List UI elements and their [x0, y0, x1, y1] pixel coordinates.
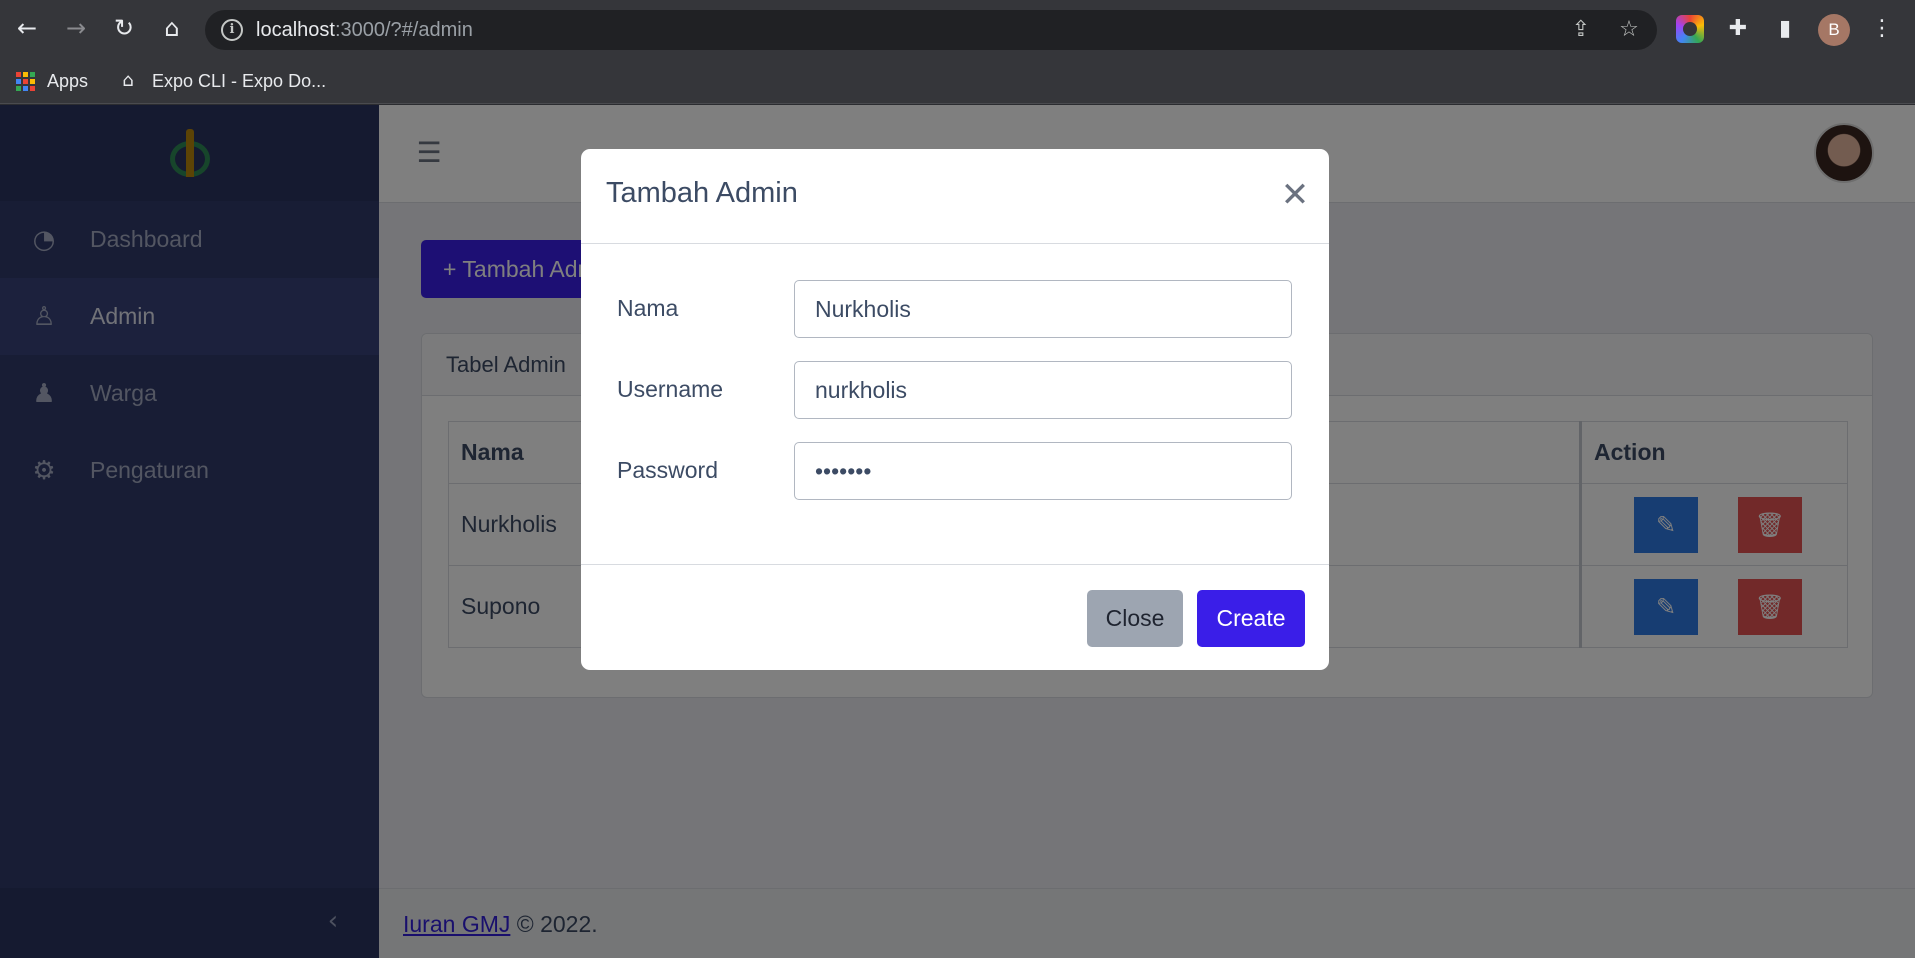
form-row-username: Username nurkholis [617, 361, 1297, 419]
menu-dots-icon[interactable]: ⋮ [1868, 15, 1896, 43]
share-icon[interactable]: ⇪ [1567, 16, 1595, 44]
back-icon[interactable]: ← [12, 13, 42, 43]
extensions-puzzle-icon[interactable]: ✚ [1724, 15, 1752, 43]
reload-icon[interactable]: ↻ [109, 13, 139, 43]
browser-toolbar: ← → ↻ ⌂ i localhost:3000/?#/admin ⇪ ☆ ✚ … [0, 0, 1915, 58]
profile-avatar[interactable]: B [1818, 14, 1850, 46]
expo-icon: ⌂ [122, 70, 134, 91]
password-input[interactable]: ••••••• [794, 442, 1292, 500]
close-button[interactable]: Close [1087, 590, 1183, 647]
apps-grid-icon [16, 71, 35, 91]
nama-input[interactable]: Nurkholis [794, 280, 1292, 338]
password-label: Password [617, 457, 718, 483]
bookmark-apps[interactable]: Apps [16, 66, 88, 96]
modal-footer: Close Create [581, 564, 1329, 670]
bookmarks-bar: Apps ⌂ Expo CLI - Expo Do... [0, 58, 1915, 104]
nama-label: Nama [617, 295, 679, 321]
form-row-password: Password ••••••• [617, 442, 1297, 500]
add-admin-modal: Tambah Admin ✕ Nama Nurkholis Username n… [581, 149, 1329, 670]
forward-icon[interactable]: → [61, 13, 91, 43]
site-info-icon[interactable]: i [221, 19, 243, 41]
form-row-nama: Nama Nurkholis [617, 280, 1297, 338]
bookmark-label: Expo CLI - Expo Do... [152, 70, 327, 91]
side-panel-icon[interactable]: ▮ [1771, 15, 1799, 43]
close-icon[interactable]: ✕ [1277, 177, 1313, 213]
modal-title: Tambah Admin [606, 177, 798, 209]
url-text[interactable]: localhost:3000/?#/admin [256, 19, 473, 42]
bookmark-expo-cli[interactable]: ⌂ Expo CLI - Expo Do... [116, 66, 326, 96]
color-picker-extension-icon[interactable] [1676, 15, 1704, 43]
bookmark-star-icon[interactable]: ☆ [1615, 16, 1643, 44]
create-button[interactable]: Create [1197, 590, 1305, 647]
bookmark-label: Apps [47, 70, 89, 91]
username-input[interactable]: nurkholis [794, 361, 1292, 419]
modal-header: Tambah Admin ✕ [581, 149, 1329, 244]
address-bar[interactable]: i localhost:3000/?#/admin ⇪ ☆ [205, 10, 1657, 50]
username-label: Username [617, 376, 724, 402]
app-page: ◔ Dashboard ♙ Admin ♟ Warga ⚙ Pengaturan… [0, 105, 1915, 958]
home-icon[interactable]: ⌂ [157, 13, 187, 43]
